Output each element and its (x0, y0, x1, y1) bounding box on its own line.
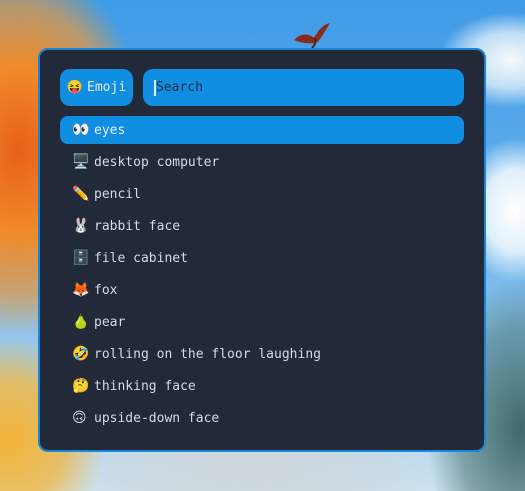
emoji-result-label: upside-down face (94, 410, 220, 426)
emoji-mode-label: Emoji (87, 80, 127, 95)
emoji-results-list: 👀 eyes 🖥️ desktop computer ✏️ pencil 🐰 rabbit f… (60, 116, 464, 432)
emoji-result-label: thinking face (94, 378, 196, 394)
emoji-result-item[interactable]: 🤣 rolling on the floor laughing (60, 340, 464, 368)
emoji-glyph-icon: 🙃 (72, 410, 87, 426)
emoji-glyph-icon: 🦊 (72, 282, 90, 298)
emoji-launcher-window: 😝 Emoji 👀eyes🖥️desktop computer✏️pencil🐰… (38, 48, 486, 452)
emoji-result-label: pencil (94, 186, 141, 202)
emoji-result-item[interactable]: 🙃 upside-down face (60, 404, 464, 432)
emoji-result-item[interactable]: 👀 eyes (60, 116, 464, 144)
emoji-glyph-icon: 🖥️ (72, 154, 90, 170)
search-input[interactable] (155, 80, 464, 95)
emoji-glyph-icon: ✏️ (72, 186, 90, 202)
emoji-mode-icon: 😝 (66, 80, 84, 95)
emoji-result-item[interactable]: 🐰 rabbit face (60, 212, 464, 240)
emoji-result-item[interactable]: 🤔 thinking face (60, 372, 464, 400)
launcher-header: 😝 Emoji (60, 69, 464, 106)
emoji-glyph-icon: 🗄️ (72, 250, 90, 266)
emoji-result-item[interactable]: 🗄️ file cabinet (60, 244, 464, 272)
emoji-result-item[interactable]: 🍐 pear (60, 308, 464, 336)
emoji-glyph-icon: 🍐 (72, 314, 90, 330)
emoji-result-label: rolling on the floor laughing (94, 346, 321, 362)
bird-illustration (294, 23, 330, 49)
emoji-result-label: pear (94, 314, 126, 330)
emoji-glyph-icon: 👀 (72, 122, 90, 138)
emoji-result-label: file cabinet (94, 250, 188, 266)
emoji-result-label: rabbit face (94, 218, 181, 234)
emoji-result-item[interactable]: 🦊 fox (60, 276, 464, 304)
search-box[interactable] (143, 69, 464, 106)
emoji-glyph-icon: 🤔 (72, 378, 90, 394)
emoji-result-label: fox (94, 282, 118, 298)
emoji-glyph-icon: 🤣 (72, 346, 90, 362)
emoji-result-label: eyes (94, 122, 126, 138)
emoji-mode-button[interactable]: 😝 Emoji (60, 69, 133, 106)
emoji-result-item[interactable]: 🖥️ desktop computer (60, 148, 464, 176)
desktop-background: { "launcher": { "mode_button": { "icon":… (0, 0, 525, 491)
emoji-glyph-icon: 🐰 (72, 218, 90, 234)
emoji-result-label: desktop computer (94, 154, 220, 170)
emoji-result-item[interactable]: ✏️ pencil (60, 180, 464, 208)
